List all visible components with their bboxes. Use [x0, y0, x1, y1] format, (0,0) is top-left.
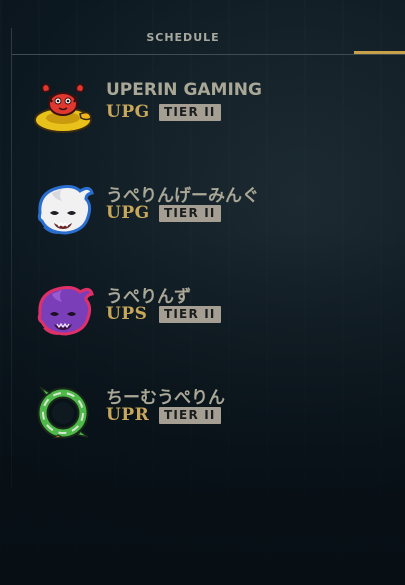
- crab-duck-icon: [32, 82, 94, 136]
- team-abbreviation: UPS: [106, 304, 148, 324]
- tab-bar: SCHEDULE: [12, 0, 405, 55]
- tier-badge: TIER II: [159, 407, 221, 424]
- left-divider: [11, 28, 12, 488]
- tab-schedule[interactable]: SCHEDULE: [107, 31, 259, 44]
- purple-ghost-icon: [32, 284, 94, 338]
- team-row-uperin-gaming[interactable]: UPERIN GAMING UPG TIER II: [28, 80, 388, 144]
- team-abbreviation: UPG: [106, 203, 150, 223]
- team-row-team-uperin[interactable]: ちーむうぺりん UPR TIER II: [28, 383, 388, 447]
- team-name: UPERIN GAMING: [106, 80, 262, 100]
- active-tab-indicator: [354, 51, 405, 54]
- team-row-uperins[interactable]: うぺりんず UPS TIER II: [28, 282, 388, 346]
- tab-divider: [12, 54, 405, 55]
- team-abbreviation: UPG: [106, 102, 150, 122]
- team-abbreviation: UPR: [106, 405, 150, 425]
- tier-badge: TIER II: [159, 104, 221, 121]
- white-ghost-icon: [32, 183, 94, 237]
- tier-badge: TIER II: [159, 306, 221, 323]
- team-row-uperin-gaming-jp[interactable]: うぺりんげーみんぐ UPG TIER II: [28, 181, 388, 245]
- green-ring-icon: [32, 385, 94, 439]
- tier-badge: TIER II: [159, 205, 221, 222]
